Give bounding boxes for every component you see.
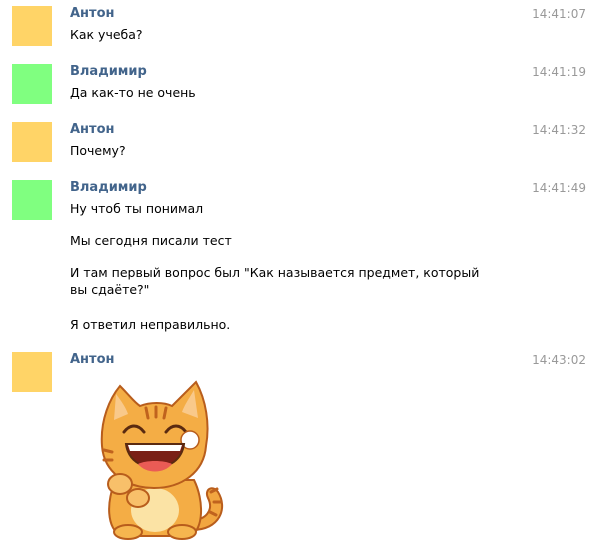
message-time: 14:41:19 (532, 65, 586, 79)
message-text: Ну чтоб ты понимал (70, 201, 204, 216)
message-time: 14:41:32 (532, 123, 586, 137)
message-text: Да как-то не очень (70, 85, 196, 100)
author-name[interactable]: Владимир (70, 180, 147, 196)
author-name[interactable]: Антон (70, 6, 115, 22)
message-item: Владимир 14:41:49 Ну чтоб ты понимал Мы … (0, 180, 600, 340)
avatar-anton[interactable] (12, 352, 52, 392)
message-text: Мы сегодня писали тест (70, 233, 232, 248)
avatar-vladimir[interactable] (12, 64, 52, 104)
message-item: Владимир 14:41:19 Да как-то не очень (0, 64, 600, 108)
message-item: Антон 14:41:32 Почему? (0, 122, 600, 166)
author-name[interactable]: Антон (70, 122, 115, 138)
avatar-anton[interactable] (12, 6, 52, 46)
author-name[interactable]: Антон (70, 352, 115, 368)
author-name[interactable]: Владимир (70, 64, 147, 80)
laughing-cat-sticker[interactable] (80, 380, 230, 540)
message-text: И там первый вопрос был "Как называется … (70, 265, 480, 297)
message-text: Как учеба? (70, 27, 143, 42)
message-time: 14:41:49 (532, 181, 586, 195)
avatar-vladimir[interactable] (12, 180, 52, 220)
message-item: Антон 14:41:07 Как учеба? (0, 6, 600, 50)
message-text: Почему? (70, 143, 126, 158)
message-time: 14:43:02 (532, 353, 586, 367)
message-text: Я ответил неправильно. (70, 317, 231, 332)
avatar-anton[interactable] (12, 122, 52, 162)
message-time: 14:41:07 (532, 7, 586, 21)
